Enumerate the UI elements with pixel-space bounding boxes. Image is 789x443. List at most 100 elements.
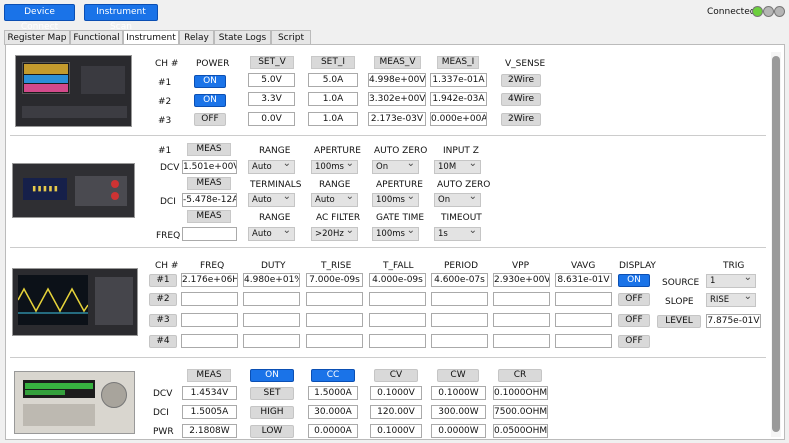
dmm-dci-h4: AUTO ZERO bbox=[437, 180, 491, 190]
top-toolbar: Device Connect Instrument Scan Connected bbox=[0, 0, 789, 32]
tab-register-map[interactable]: Register Map bbox=[4, 30, 70, 45]
trig-level-button[interactable]: LEVEL bbox=[657, 315, 701, 328]
trig-level-value[interactable]: 7.875e-01V bbox=[706, 314, 761, 328]
scope-value-vpp bbox=[493, 313, 550, 327]
psu-set-i-1[interactable]: 5.0A bbox=[308, 73, 358, 87]
dmm-dci-h2: RANGE bbox=[319, 180, 351, 190]
dmm-dcv-aperture-select[interactable]: 100ms bbox=[311, 158, 358, 174]
load-meas-value: 1.5005A bbox=[182, 405, 237, 419]
dmm-freq-range-select[interactable]: Auto bbox=[248, 225, 295, 241]
psu-sense-button-2[interactable]: 4Wire bbox=[501, 93, 541, 106]
dmm-dci-range-select[interactable]: Auto bbox=[311, 191, 358, 207]
load-cr-value[interactable]: 0.0500OHM bbox=[493, 424, 548, 438]
psu-ch-header: CH # bbox=[155, 59, 179, 69]
load-cr-value[interactable]: 7500.0OHM bbox=[493, 405, 548, 419]
psu-row-ch: #1 bbox=[158, 78, 172, 88]
load-cr-value[interactable]: 0.1000OHM bbox=[493, 386, 548, 400]
load-cv-button[interactable]: CV bbox=[374, 369, 418, 382]
dmm-freq-acfilter-select[interactable]: >20Hz bbox=[311, 225, 358, 241]
instrument-scan-button[interactable]: Instrument Scan bbox=[84, 4, 158, 32]
load-action-button[interactable]: SET bbox=[250, 387, 294, 400]
scope-channel-button[interactable]: #1 bbox=[149, 274, 177, 287]
dmm-dci-aperture-select[interactable]: 100ms bbox=[372, 191, 419, 207]
load-row-label: DCI bbox=[153, 408, 169, 418]
scope-value-freq bbox=[181, 313, 238, 327]
scope-channel-button[interactable]: #2 bbox=[149, 293, 177, 306]
scope-display-toggle[interactable]: OFF bbox=[618, 293, 650, 306]
psu-power-toggle-1[interactable]: ON bbox=[194, 75, 226, 88]
device-connect-button[interactable]: Device Connect bbox=[4, 4, 75, 32]
psu-power-toggle-3[interactable]: OFF bbox=[194, 113, 226, 126]
scope-value-period bbox=[431, 292, 488, 306]
psu-set-v-1[interactable]: 5.0V bbox=[248, 73, 295, 87]
tab-state-logs[interactable]: State Logs bbox=[214, 30, 271, 45]
psu-set-v-3[interactable]: 0.0V bbox=[248, 112, 295, 126]
dmm-dcv-autozero-select[interactable]: On bbox=[372, 158, 419, 174]
load-cw-value[interactable]: 300.00W bbox=[431, 405, 486, 419]
scope-display-header: DISPLAY bbox=[619, 261, 656, 271]
psu-set-v-2[interactable]: 3.3V bbox=[248, 92, 295, 106]
dmm-dci-terminals-select[interactable]: Auto bbox=[248, 191, 295, 207]
load-action-button[interactable]: HIGH bbox=[250, 406, 294, 419]
psu-meas-i-2: 1.942e-03A bbox=[430, 92, 487, 106]
scrollbar-thumb[interactable] bbox=[772, 56, 780, 432]
scope-display-toggle[interactable]: OFF bbox=[618, 314, 650, 327]
load-cw-value[interactable]: 0.0000W bbox=[431, 424, 486, 438]
load-action-button[interactable]: LOW bbox=[250, 425, 294, 438]
scope-value-t-rise bbox=[306, 313, 363, 327]
dmm-freq-gatetime-select[interactable]: 100ms bbox=[372, 225, 419, 241]
scope-value-vpp: 2.930e+00V bbox=[493, 273, 550, 287]
tab-instrument[interactable]: Instrument bbox=[123, 30, 179, 45]
scope-value-freq bbox=[181, 334, 238, 348]
psu-meas-i-header: MEAS_I bbox=[437, 56, 479, 69]
section-divider bbox=[10, 135, 766, 136]
dmm-dci-autozero-select[interactable]: On bbox=[434, 191, 481, 207]
scope-channel-button[interactable]: #3 bbox=[149, 314, 177, 327]
tab-script[interactable]: Script bbox=[271, 30, 311, 45]
tab-relay[interactable]: Relay bbox=[179, 30, 214, 45]
dmm-dcv-range-select[interactable]: Auto bbox=[248, 158, 295, 174]
dmm-dcv-h1: RANGE bbox=[259, 146, 291, 156]
scope-vpp-header: VPP bbox=[512, 261, 530, 271]
scope-channel-button[interactable]: #4 bbox=[149, 335, 177, 348]
psu-sense-button-3[interactable]: 2Wire bbox=[501, 113, 541, 126]
load-cc-value[interactable]: 1.5000A bbox=[308, 386, 358, 400]
psu-row-ch: #2 bbox=[158, 97, 172, 107]
psu-set-v-header: SET_V bbox=[250, 56, 294, 69]
dmm-meas-header: MEAS bbox=[187, 143, 231, 156]
load-cv-value[interactable]: 120.00V bbox=[370, 405, 422, 419]
psu-power-header: POWER bbox=[196, 59, 230, 69]
psu-set-i-2[interactable]: 1.0A bbox=[308, 92, 358, 106]
multimeter-image: ▮▮▮▮▮ bbox=[12, 163, 135, 218]
scope-display-toggle[interactable]: ON bbox=[618, 274, 650, 287]
trig-slope-label: SLOPE bbox=[665, 297, 694, 307]
scrollbar[interactable] bbox=[771, 52, 781, 437]
load-cv-value[interactable]: 0.1000V bbox=[370, 424, 422, 438]
load-cv-value[interactable]: 0.1000V bbox=[370, 386, 422, 400]
scope-value-freq: 2.176e+06Hz bbox=[181, 273, 238, 287]
psu-set-i-3[interactable]: 1.0A bbox=[308, 112, 358, 126]
psu-power-toggle-2[interactable]: ON bbox=[194, 94, 226, 107]
load-cr-button[interactable]: CR bbox=[498, 369, 542, 382]
trig-slope-select[interactable]: RISE bbox=[706, 291, 756, 307]
dmm-dcv-h3: AUTO ZERO bbox=[374, 146, 428, 156]
scope-display-toggle[interactable]: OFF bbox=[618, 335, 650, 348]
dmm-freq-timeout-select[interactable]: 1s bbox=[434, 225, 481, 241]
load-on-button[interactable]: ON bbox=[250, 369, 294, 382]
psu-sense-button-1[interactable]: 2Wire bbox=[501, 74, 541, 87]
scope-value-t-rise bbox=[306, 292, 363, 306]
scope-value-vavg bbox=[555, 313, 612, 327]
dmm-dcv-inputz-select[interactable]: 10M bbox=[434, 158, 481, 174]
load-cc-value[interactable]: 0.0000A bbox=[308, 424, 358, 438]
psu-row-ch: #3 bbox=[158, 116, 172, 126]
dmm-freq-meas-header: MEAS bbox=[187, 210, 231, 223]
trig-source-select[interactable]: 1 bbox=[706, 272, 756, 288]
status-dot-3 bbox=[774, 6, 785, 17]
load-cw-button[interactable]: CW bbox=[437, 369, 479, 382]
load-cc-value[interactable]: 30.000A bbox=[308, 405, 358, 419]
scope-value-duty: 4.980e+01% bbox=[243, 273, 300, 287]
psu-meas-v-header: MEAS_V bbox=[374, 56, 421, 69]
load-cc-button[interactable]: CC bbox=[311, 369, 355, 382]
load-cw-value[interactable]: 0.1000W bbox=[431, 386, 486, 400]
tab-functional[interactable]: Functional bbox=[70, 30, 123, 45]
